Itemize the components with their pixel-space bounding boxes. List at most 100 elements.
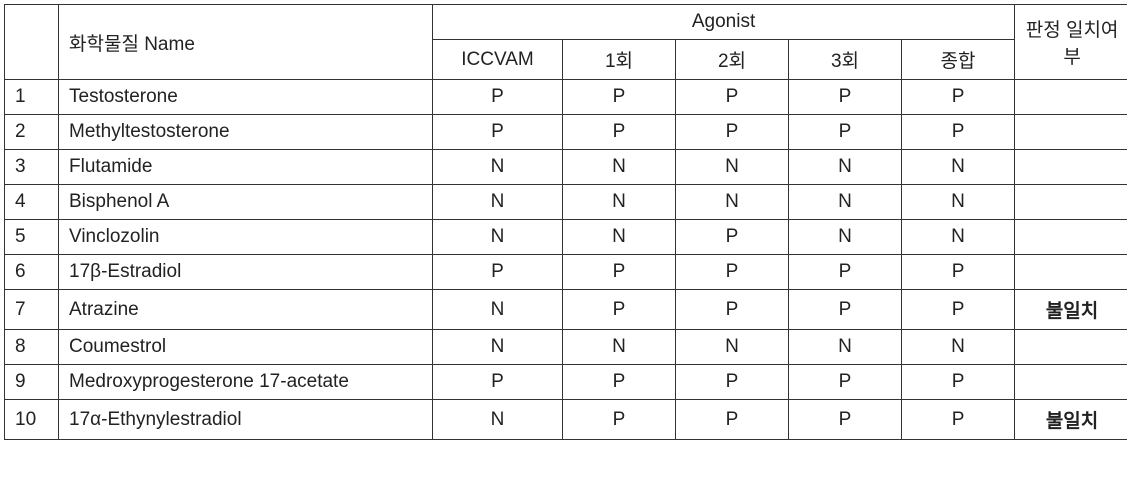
cell-result: 불일치 [1015,400,1127,440]
cell-iccvam: N [433,185,563,220]
table-row: 10 17α-Ethynylestradiol N P P P P 불일치 [5,400,1127,440]
cell-t2: P [676,400,789,440]
cell-t2: N [676,185,789,220]
cell-t2: P [676,290,789,330]
cell-t2: P [676,115,789,150]
cell-t1: P [563,80,676,115]
cell-iccvam: N [433,330,563,365]
cell-t1: P [563,365,676,400]
header-summary: 종합 [902,40,1015,80]
cell-t3: P [789,115,902,150]
cell-iccvam: N [433,150,563,185]
header-iccvam: ICCVAM [433,40,563,80]
table-row: 4 Bisphenol A N N N N N [5,185,1127,220]
cell-num: 3 [5,150,59,185]
cell-name: Methyltestosterone [59,115,433,150]
cell-name: Atrazine [59,290,433,330]
header-num [5,5,59,80]
cell-result [1015,115,1127,150]
cell-iccvam: N [433,220,563,255]
cell-summary: P [902,80,1015,115]
cell-iccvam: P [433,255,563,290]
cell-result [1015,220,1127,255]
cell-num: 10 [5,400,59,440]
table-body: 1 Testosterone P P P P P 2 Methyltestost… [5,80,1127,440]
chemical-agonist-table: 화학물질 Name Agonist 판정 일치여부 ICCVAM 1회 2회 3… [4,4,1127,440]
cell-t3: P [789,290,902,330]
header-agonist-group: Agonist [433,5,1015,40]
cell-summary: N [902,185,1015,220]
cell-num: 8 [5,330,59,365]
table-row: 5 Vinclozolin N N P N N [5,220,1127,255]
cell-t3: P [789,255,902,290]
cell-summary: P [902,115,1015,150]
header-trial2: 2회 [676,40,789,80]
cell-summary: P [902,290,1015,330]
cell-iccvam: P [433,115,563,150]
cell-t1: N [563,220,676,255]
cell-result [1015,80,1127,115]
table-row: 6 17β-Estradiol P P P P P [5,255,1127,290]
table-row: 3 Flutamide N N N N N [5,150,1127,185]
cell-result [1015,255,1127,290]
cell-t3: N [789,150,902,185]
header-chemical-name: 화학물질 Name [59,5,433,80]
cell-iccvam: N [433,400,563,440]
cell-num: 4 [5,185,59,220]
cell-t2: P [676,255,789,290]
cell-result [1015,185,1127,220]
cell-name: 17α-Ethynylestradiol [59,400,433,440]
cell-iccvam: P [433,80,563,115]
cell-num: 6 [5,255,59,290]
cell-num: 5 [5,220,59,255]
cell-t2: N [676,330,789,365]
cell-t2: P [676,80,789,115]
cell-t1: P [563,255,676,290]
cell-summary: P [902,365,1015,400]
cell-t2: N [676,150,789,185]
cell-summary: N [902,330,1015,365]
cell-num: 9 [5,365,59,400]
cell-t3: P [789,365,902,400]
cell-t3: N [789,330,902,365]
cell-t1: P [563,290,676,330]
cell-iccvam: P [433,365,563,400]
cell-num: 1 [5,80,59,115]
header-trial1: 1회 [563,40,676,80]
cell-summary: P [902,400,1015,440]
cell-result [1015,330,1127,365]
cell-name: 17β-Estradiol [59,255,433,290]
cell-num: 2 [5,115,59,150]
cell-name: Testosterone [59,80,433,115]
cell-t1: N [563,185,676,220]
cell-result: 불일치 [1015,290,1127,330]
table-row: 1 Testosterone P P P P P [5,80,1127,115]
cell-iccvam: N [433,290,563,330]
cell-num: 7 [5,290,59,330]
cell-name: Medroxyprogesterone 17-acetate [59,365,433,400]
header-agreement: 판정 일치여부 [1015,5,1127,80]
cell-name: Coumestrol [59,330,433,365]
cell-name: Vinclozolin [59,220,433,255]
cell-result [1015,150,1127,185]
cell-result [1015,365,1127,400]
table-row: 2 Methyltestosterone P P P P P [5,115,1127,150]
cell-t1: P [563,400,676,440]
cell-t1: N [563,150,676,185]
table-row: 8 Coumestrol N N N N N [5,330,1127,365]
header-trial3: 3회 [789,40,902,80]
cell-t2: P [676,365,789,400]
cell-t2: P [676,220,789,255]
cell-name: Flutamide [59,150,433,185]
cell-t3: N [789,185,902,220]
cell-summary: N [902,220,1015,255]
table-row: 9 Medroxyprogesterone 17-acetate P P P P… [5,365,1127,400]
cell-t3: P [789,400,902,440]
cell-summary: N [902,150,1015,185]
cell-t3: P [789,80,902,115]
cell-t1: N [563,330,676,365]
cell-t3: N [789,220,902,255]
cell-name: Bisphenol A [59,185,433,220]
cell-t1: P [563,115,676,150]
table-row: 7 Atrazine N P P P P 불일치 [5,290,1127,330]
